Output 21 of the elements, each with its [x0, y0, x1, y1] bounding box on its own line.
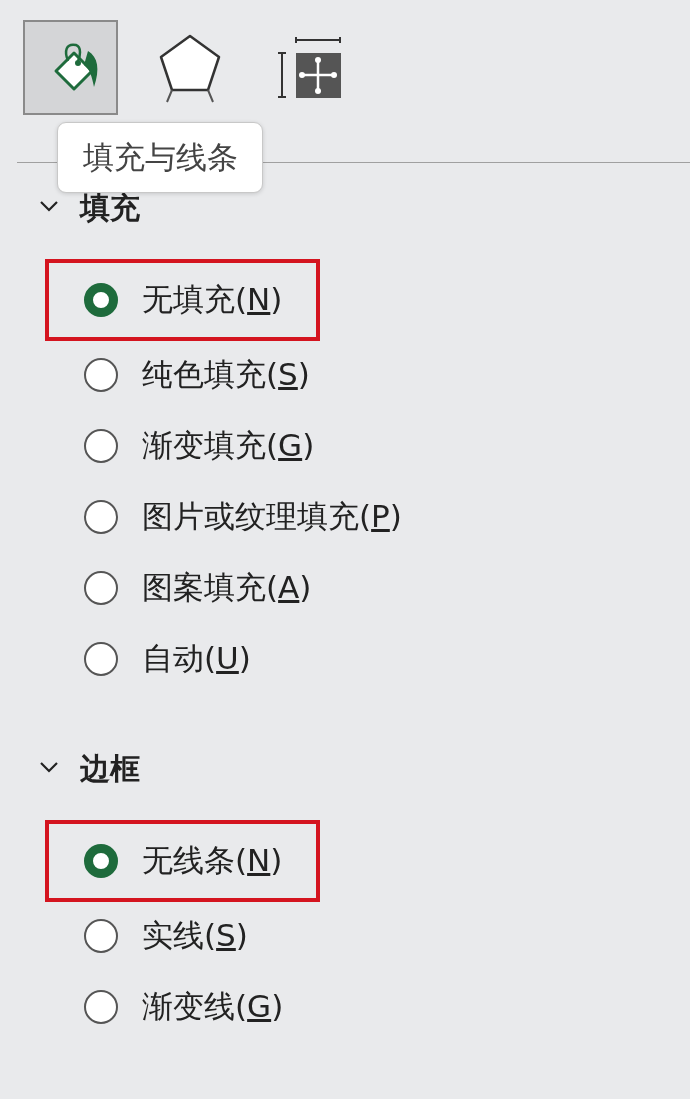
option-label: 图案填充(A)	[142, 567, 312, 607]
option-label: 自动(U)	[142, 638, 251, 678]
option-label: 无填充(N)	[142, 280, 283, 319]
option-label: 纯色填充(S)	[142, 354, 310, 394]
radio-button[interactable]	[84, 283, 118, 317]
radio-button[interactable]	[84, 989, 118, 1024]
option-label: 无线条(N)	[142, 841, 283, 880]
option-label: 渐变线(G)	[142, 986, 284, 1026]
radio-button[interactable]	[84, 428, 118, 463]
radio-button[interactable]	[84, 570, 118, 605]
option-label: 实线(S)	[142, 915, 248, 955]
radio-button[interactable]	[84, 641, 118, 676]
radio-button[interactable]	[84, 844, 118, 878]
option-label: 渐变填充(G)	[142, 425, 315, 465]
section-title: 边框	[80, 749, 140, 788]
radio-button[interactable]	[84, 918, 118, 953]
tooltip: 填充与线条	[57, 122, 263, 193]
toolbar-button[interactable]	[23, 20, 118, 115]
option-label: 图片或纹理填充(P)	[142, 496, 402, 536]
radio-button[interactable]	[84, 499, 118, 534]
radio-button[interactable]	[84, 357, 118, 392]
